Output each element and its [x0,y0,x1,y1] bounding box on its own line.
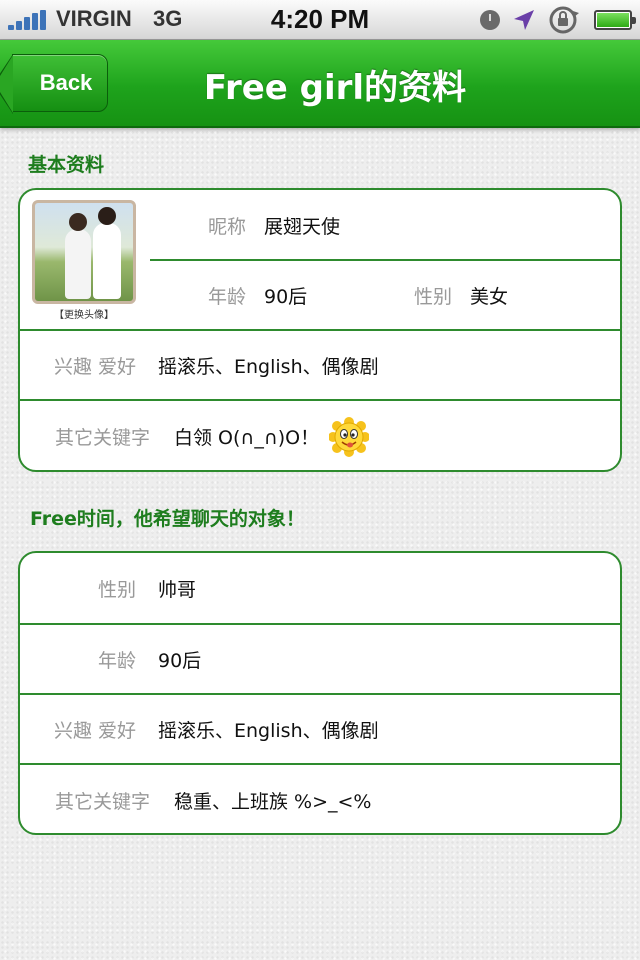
keywords-row: 其它关键字 白领 O(∩_∩)O！ [20,399,620,470]
wish-keywords-value: 稳重、上班族 %>_<% [174,790,372,813]
wish-keywords-row: 其它关键字 稳重、上班族 %>_<% [20,763,620,833]
change-avatar-link[interactable]: 【更换头像】 [32,306,136,321]
wish-hobby-row: 兴趣 爱好 摇滚乐、English、偶像剧 [20,693,620,763]
hobby-value: 摇滚乐、English、偶像剧 [158,355,379,378]
hobby-label: 兴趣 爱好 [53,355,136,378]
smiley-emoticon-icon [329,416,370,457]
gender-value: 美女 [470,285,509,308]
age-label: 年龄 [207,285,246,308]
navigation-bar: Back Free girl的资料 [0,40,640,128]
gender-label: 性别 [413,285,452,308]
wish-hobby-value: 摇滚乐、English、偶像剧 [158,719,379,742]
keywords-label: 其它关键字 [54,427,150,449]
alarm-icon [480,10,500,30]
battery-icon [594,10,636,30]
wish-age-label: 年龄 [97,649,136,672]
nickname-row: 昵称 展翅天使 [150,190,620,260]
wish-gender-value: 帅哥 [158,578,197,601]
location-icon [514,10,534,30]
wish-hobby-label: 兴趣 爱好 [53,719,136,742]
wish-card: 性别 帅哥 年龄 90后 兴趣 爱好 摇滚乐、English、偶像剧 其它关键字… [18,551,622,835]
keywords-value: 白领 O(∩_∩)O！ [174,427,320,449]
wish-heading: Free时间，他希望聊天的对象！ [30,508,305,530]
page-title: Free girl的资料 [203,67,467,108]
wish-age-value: 90后 [158,649,202,672]
wish-gender-row: 性别 帅哥 [20,553,620,623]
rotation-lock-icon [549,6,579,34]
nickname-value: 展翅天使 [264,215,341,238]
nickname-label: 昵称 [207,215,246,238]
hobby-row: 兴趣 爱好 摇滚乐、English、偶像剧 [20,329,620,399]
basic-info-heading: 基本资料 [28,154,105,176]
age-gender-row: 年龄 90后 性别 美女 [150,261,620,329]
back-button[interactable]: Back [12,54,108,112]
basic-info-card: 【更换头像】 昵称 展翅天使 年龄 90后 性别 美女 兴趣 爱好 摇滚乐、En… [18,188,622,472]
wish-age-row: 年龄 90后 [20,623,620,693]
wish-gender-label: 性别 [97,578,136,601]
avatar[interactable] [32,200,136,304]
age-value: 90后 [264,285,308,308]
status-bar: VIRGIN 3G 4:20 PM [0,0,640,40]
wish-keywords-label: 其它关键字 [54,790,150,813]
avatar-area[interactable]: 【更换头像】 [32,200,138,321]
